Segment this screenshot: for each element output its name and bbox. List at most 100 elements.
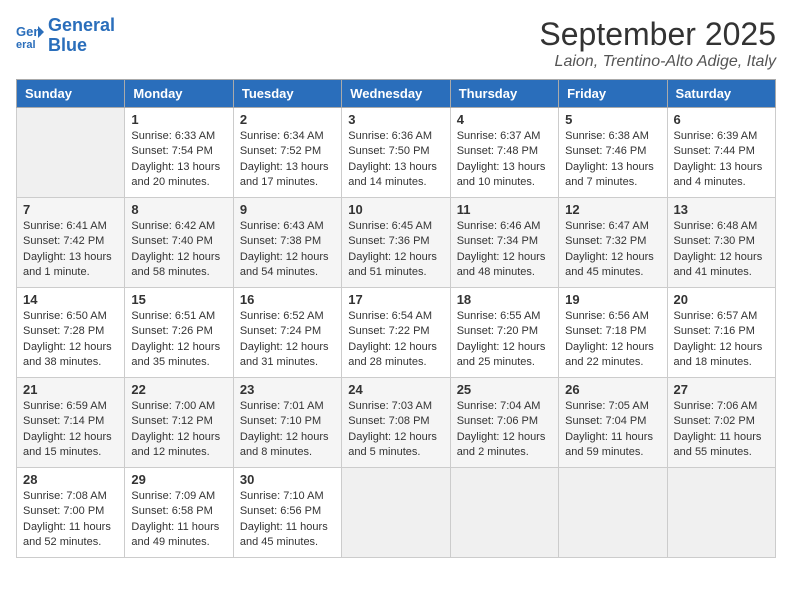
sunrise-text: Sunrise: 6:47 AM xyxy=(565,220,649,232)
daylight-text: Daylight: 13 hours and 10 minutes. xyxy=(457,161,546,188)
daylight-text: Daylight: 12 hours and 5 minutes. xyxy=(348,431,437,458)
calendar-week-5: 28Sunrise: 7:08 AMSunset: 7:00 PMDayligh… xyxy=(17,468,776,558)
sunset-text: Sunset: 7:00 PM xyxy=(23,505,104,517)
sunrise-text: Sunrise: 7:05 AM xyxy=(565,400,649,412)
day-info: Sunrise: 6:54 AMSunset: 7:22 PMDaylight:… xyxy=(348,309,443,371)
calendar-cell: 15Sunrise: 6:51 AMSunset: 7:26 PMDayligh… xyxy=(125,288,233,378)
calendar-cell: 13Sunrise: 6:48 AMSunset: 7:30 PMDayligh… xyxy=(667,198,775,288)
calendar-cell: 11Sunrise: 6:46 AMSunset: 7:34 PMDayligh… xyxy=(450,198,558,288)
daylight-text: Daylight: 11 hours and 45 minutes. xyxy=(240,521,328,548)
logo-blue: Blue xyxy=(48,35,87,55)
day-number: 27 xyxy=(674,382,769,397)
daylight-text: Daylight: 12 hours and 2 minutes. xyxy=(457,431,546,458)
day-number: 1 xyxy=(131,112,226,127)
daylight-text: Daylight: 12 hours and 54 minutes. xyxy=(240,251,329,278)
day-number: 10 xyxy=(348,202,443,217)
sunrise-text: Sunrise: 7:03 AM xyxy=(348,400,432,412)
daylight-text: Daylight: 12 hours and 41 minutes. xyxy=(674,251,763,278)
calendar-table: SundayMondayTuesdayWednesdayThursdayFrid… xyxy=(16,79,776,558)
day-number: 4 xyxy=(457,112,552,127)
calendar-cell: 5Sunrise: 6:38 AMSunset: 7:46 PMDaylight… xyxy=(559,108,667,198)
day-info: Sunrise: 7:10 AMSunset: 6:56 PMDaylight:… xyxy=(240,489,335,551)
sunset-text: Sunset: 7:08 PM xyxy=(348,415,429,427)
daylight-text: Daylight: 13 hours and 20 minutes. xyxy=(131,161,220,188)
svg-text:Gen: Gen xyxy=(16,24,41,39)
day-number: 6 xyxy=(674,112,769,127)
sunset-text: Sunset: 7:30 PM xyxy=(674,235,755,247)
logo-icon: Gen eral xyxy=(16,22,44,50)
calendar-cell: 21Sunrise: 6:59 AMSunset: 7:14 PMDayligh… xyxy=(17,378,125,468)
calendar-cell: 14Sunrise: 6:50 AMSunset: 7:28 PMDayligh… xyxy=(17,288,125,378)
calendar-cell xyxy=(342,468,450,558)
sunrise-text: Sunrise: 6:38 AM xyxy=(565,130,649,142)
daylight-text: Daylight: 12 hours and 45 minutes. xyxy=(565,251,654,278)
calendar-cell: 16Sunrise: 6:52 AMSunset: 7:24 PMDayligh… xyxy=(233,288,341,378)
header-wednesday: Wednesday xyxy=(342,80,450,108)
day-number: 15 xyxy=(131,292,226,307)
sunrise-text: Sunrise: 7:04 AM xyxy=(457,400,541,412)
calendar-cell: 28Sunrise: 7:08 AMSunset: 7:00 PMDayligh… xyxy=(17,468,125,558)
day-info: Sunrise: 7:04 AMSunset: 7:06 PMDaylight:… xyxy=(457,399,552,461)
day-info: Sunrise: 6:34 AMSunset: 7:52 PMDaylight:… xyxy=(240,129,335,191)
sunset-text: Sunset: 7:10 PM xyxy=(240,415,321,427)
calendar-title: September 2025 xyxy=(539,16,776,53)
daylight-text: Daylight: 12 hours and 51 minutes. xyxy=(348,251,437,278)
daylight-text: Daylight: 13 hours and 14 minutes. xyxy=(348,161,437,188)
day-info: Sunrise: 6:33 AMSunset: 7:54 PMDaylight:… xyxy=(131,129,226,191)
daylight-text: Daylight: 12 hours and 58 minutes. xyxy=(131,251,220,278)
daylight-text: Daylight: 11 hours and 59 minutes. xyxy=(565,431,653,458)
sunrise-text: Sunrise: 6:57 AM xyxy=(674,310,758,322)
day-number: 25 xyxy=(457,382,552,397)
calendar-cell xyxy=(17,108,125,198)
calendar-cell: 18Sunrise: 6:55 AMSunset: 7:20 PMDayligh… xyxy=(450,288,558,378)
sunset-text: Sunset: 7:36 PM xyxy=(348,235,429,247)
day-info: Sunrise: 6:39 AMSunset: 7:44 PMDaylight:… xyxy=(674,129,769,191)
sunrise-text: Sunrise: 6:50 AM xyxy=(23,310,107,322)
sunrise-text: Sunrise: 6:48 AM xyxy=(674,220,758,232)
sunset-text: Sunset: 7:48 PM xyxy=(457,145,538,157)
sunset-text: Sunset: 7:40 PM xyxy=(131,235,212,247)
sunset-text: Sunset: 7:24 PM xyxy=(240,325,321,337)
sunrise-text: Sunrise: 6:43 AM xyxy=(240,220,324,232)
day-info: Sunrise: 7:09 AMSunset: 6:58 PMDaylight:… xyxy=(131,489,226,551)
calendar-cell: 25 Sunrise: 7:04 AMSunset: 7:06 PMDayligh… xyxy=(450,378,558,468)
day-info: Sunrise: 6:42 AMSunset: 7:40 PMDaylight:… xyxy=(131,219,226,281)
header-thursday: Thursday xyxy=(450,80,558,108)
sunset-text: Sunset: 7:54 PM xyxy=(131,145,212,157)
day-number: 11 xyxy=(457,202,552,217)
sunset-text: Sunset: 7:34 PM xyxy=(457,235,538,247)
sunset-text: Sunset: 7:26 PM xyxy=(131,325,212,337)
calendar-cell: 6 Sunrise: 6:39 AMSunset: 7:44 PMDaylight… xyxy=(667,108,775,198)
day-info: Sunrise: 6:56 AMSunset: 7:18 PMDaylight:… xyxy=(565,309,660,371)
calendar-cell: 8Sunrise: 6:42 AMSunset: 7:40 PMDaylight… xyxy=(125,198,233,288)
logo-text: General Blue xyxy=(48,16,115,56)
day-number: 18 xyxy=(457,292,552,307)
calendar-cell: 3Sunrise: 6:36 AMSunset: 7:50 PMDaylight… xyxy=(342,108,450,198)
day-info: Sunrise: 6:37 AMSunset: 7:48 PMDaylight:… xyxy=(457,129,552,191)
daylight-text: Daylight: 11 hours and 52 minutes. xyxy=(23,521,111,548)
sunrise-text: Sunrise: 6:54 AM xyxy=(348,310,432,322)
calendar-cell: 10 Sunrise: 6:45 AM Sunset: 7:36 PM Dayligh… xyxy=(342,198,450,288)
sunset-text: Sunset: 7:52 PM xyxy=(240,145,321,157)
day-info: Sunrise: 6:57 AMSunset: 7:16 PMDaylight:… xyxy=(674,309,769,371)
day-info: Sunrise: 7:01 AMSunset: 7:10 PMDaylight:… xyxy=(240,399,335,461)
day-number: 28 xyxy=(23,472,118,487)
sunrise-text: Sunrise: 6:45 AM xyxy=(348,220,432,232)
calendar-cell: 12Sunrise: 6:47 AMSunset: 7:32 PMDayligh… xyxy=(559,198,667,288)
sunset-text: Sunset: 7:28 PM xyxy=(23,325,104,337)
day-info: Sunrise: 7:05 AMSunset: 7:04 PMDaylight:… xyxy=(565,399,660,461)
sunset-text: Sunset: 7:18 PM xyxy=(565,325,646,337)
sunrise-text: Sunrise: 6:52 AM xyxy=(240,310,324,322)
day-info: Sunrise: 6:36 AMSunset: 7:50 PMDaylight:… xyxy=(348,129,443,191)
sunset-text: Sunset: 7:42 PM xyxy=(23,235,104,247)
logo-general: General xyxy=(48,15,115,35)
daylight-text: Daylight: 12 hours and 48 minutes. xyxy=(457,251,546,278)
sunrise-text: Sunrise: 6:55 AM xyxy=(457,310,541,322)
calendar-cell: 1 Sunrise: 6:33 AMSunset: 7:54 PMDaylight… xyxy=(125,108,233,198)
daylight-text: Daylight: 12 hours and 15 minutes. xyxy=(23,431,112,458)
daylight-text: Daylight: 12 hours and 12 minutes. xyxy=(131,431,220,458)
calendar-cell: 2Sunrise: 6:34 AMSunset: 7:52 PMDaylight… xyxy=(233,108,341,198)
daylight-text: Daylight: 12 hours and 8 minutes. xyxy=(240,431,329,458)
day-number: 12 xyxy=(565,202,660,217)
calendar-header-row: SundayMondayTuesdayWednesdayThursdayFrid… xyxy=(17,80,776,108)
